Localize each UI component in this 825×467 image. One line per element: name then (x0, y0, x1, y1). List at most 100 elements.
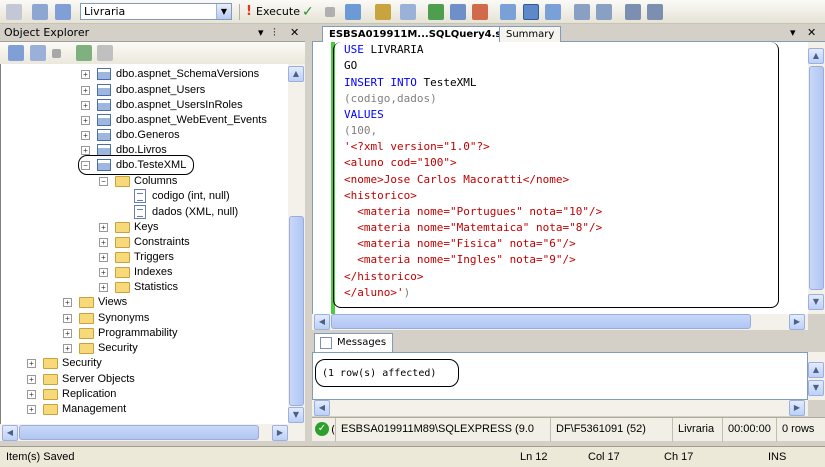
messages-text: (1 row(s) affected) (322, 368, 437, 379)
expand-icon[interactable]: + (27, 390, 36, 399)
expand-icon[interactable]: + (81, 70, 90, 79)
folder-icon (115, 237, 130, 248)
oe-disconnect-icon[interactable] (30, 45, 46, 61)
results-options-icon[interactable] (472, 4, 488, 20)
status-column: Col 17 (588, 451, 620, 463)
specify-values-icon[interactable] (400, 4, 416, 20)
scroll-left-icon[interactable]: ◀ (314, 400, 330, 416)
scroll-right-icon[interactable]: ▶ (272, 425, 288, 441)
code-line: <materia nome="Portugues" nota="10"/> (344, 205, 603, 218)
expand-icon[interactable]: + (63, 344, 72, 353)
oe-dropdown-icon[interactable]: ▾ (258, 24, 264, 41)
execute-label: Execute (256, 5, 300, 18)
tab-query[interactable]: ESBSA019911M...SQLQuery4.sql (322, 26, 519, 42)
scroll-down-icon[interactable]: ▼ (808, 380, 824, 396)
expand-icon[interactable]: + (27, 375, 36, 384)
scroll-right-icon[interactable]: ▶ (789, 314, 805, 330)
scroll-up-icon[interactable]: ▲ (808, 362, 824, 378)
database-select-value: Livraria (84, 5, 126, 18)
oe-refresh-icon[interactable] (76, 45, 92, 61)
tree-node-label: dbo.Generos (116, 129, 180, 141)
uncomment-icon[interactable] (596, 4, 612, 20)
scroll-left-icon[interactable]: ◀ (314, 314, 330, 330)
oe-stop-icon[interactable] (52, 49, 61, 58)
code-line: VALUES (344, 108, 384, 121)
messages-vertical-scrollbar[interactable]: ▲ ▼ (808, 352, 825, 400)
oe-horizontal-scrollbar[interactable]: ◀ ▶ (0, 424, 305, 441)
expand-icon[interactable]: + (81, 131, 90, 140)
tree-node-label: Replication (62, 388, 117, 400)
expand-icon[interactable]: + (81, 86, 90, 95)
new-query-icon[interactable] (6, 4, 22, 20)
tab-close-icon[interactable]: ✕ (807, 26, 816, 39)
object-explorer-toolbar (0, 42, 305, 64)
query-designer-icon[interactable] (375, 4, 391, 20)
tree-node-label: Views (98, 296, 128, 308)
client-stats-icon[interactable] (450, 4, 466, 20)
cancel-query-icon[interactable] (325, 7, 335, 17)
oe-close-icon[interactable]: ✕ (290, 24, 299, 41)
oe-filter-icon[interactable] (97, 45, 113, 61)
scroll-up-icon[interactable]: ▲ (288, 66, 304, 82)
expand-icon[interactable]: + (99, 223, 108, 232)
database-select[interactable]: Livraria ▼ (80, 3, 232, 20)
code-line: <aluno cod="100"> (344, 156, 457, 169)
scroll-thumb[interactable] (19, 425, 259, 440)
messages-panel[interactable]: (1 row(s) affected) (312, 352, 808, 400)
expand-icon[interactable]: + (99, 268, 108, 277)
collapse-icon[interactable]: − (99, 177, 108, 186)
expand-icon[interactable]: + (81, 146, 90, 155)
parse-checkmark-icon[interactable]: ✓ (302, 4, 318, 20)
expand-icon[interactable]: + (81, 116, 90, 125)
scroll-thumb[interactable] (809, 66, 824, 290)
increase-indent-icon[interactable] (647, 4, 663, 20)
results-to-text-icon[interactable] (500, 4, 516, 20)
code-line: USE LIVRARIA (344, 43, 424, 56)
tree-node-label: Constraints (134, 236, 190, 248)
expand-icon[interactable]: + (99, 238, 108, 247)
results-to-file-icon[interactable] (545, 4, 561, 20)
scroll-down-icon[interactable]: ▼ (288, 407, 304, 423)
tab-messages[interactable]: Messages (314, 333, 394, 352)
status-message: Item(s) Saved (6, 451, 75, 463)
expand-icon[interactable]: + (63, 329, 72, 338)
comment-out-icon[interactable] (574, 4, 590, 20)
tree-node-label: dbo.TesteXML (116, 159, 187, 171)
scroll-thumb[interactable] (289, 216, 304, 406)
collapse-icon[interactable]: − (81, 161, 90, 170)
scroll-up-icon[interactable]: ▲ (808, 48, 824, 64)
results-to-grid-icon[interactable] (523, 4, 539, 20)
expand-icon[interactable]: + (99, 283, 108, 292)
tree-node-label: Security (62, 357, 102, 369)
expand-icon[interactable]: + (81, 101, 90, 110)
editor-horizontal-scrollbar[interactable]: ◀ ▶ (312, 314, 808, 330)
table-icon (97, 68, 111, 80)
expand-icon[interactable]: + (27, 359, 36, 368)
oe-pin-icon[interactable]: ⫶ (273, 24, 276, 41)
code-line: GO (344, 59, 358, 72)
connect-icon[interactable] (32, 4, 48, 20)
expand-icon[interactable]: + (63, 314, 72, 323)
editor-vertical-scrollbar[interactable]: ▲ ▼ (808, 42, 825, 314)
tab-summary[interactable]: Summary (499, 26, 562, 42)
oe-vertical-scrollbar[interactable]: ▲ ▼ (288, 64, 305, 424)
code-line: <materia nome="Ingles" nota="9"/> (344, 253, 576, 266)
code-line: <historico> (344, 189, 417, 202)
messages-horizontal-scrollbar[interactable]: ◀ ▶ (312, 400, 808, 416)
change-connection-icon[interactable] (55, 4, 71, 20)
scroll-down-icon[interactable]: ▼ (808, 294, 824, 310)
expand-icon[interactable]: + (99, 253, 108, 262)
scroll-right-icon[interactable]: ▶ (789, 400, 805, 416)
expand-icon[interactable]: + (63, 298, 72, 307)
scroll-thumb[interactable] (331, 314, 751, 329)
oe-connect-icon[interactable] (8, 45, 24, 61)
chevron-down-icon[interactable]: ▼ (216, 4, 231, 19)
tab-dropdown-icon[interactable]: ▾ (790, 26, 796, 39)
sql-editor[interactable]: USE LIVRARIA GO INSERT INTO TesteXML (co… (312, 42, 808, 314)
include-plan-icon[interactable] (428, 4, 444, 20)
expand-icon[interactable]: + (27, 405, 36, 414)
decrease-indent-icon[interactable] (625, 4, 641, 20)
scroll-left-icon[interactable]: ◀ (2, 425, 18, 441)
execute-button[interactable]: ! Execute (244, 3, 300, 21)
display-plan-icon[interactable] (345, 4, 361, 20)
